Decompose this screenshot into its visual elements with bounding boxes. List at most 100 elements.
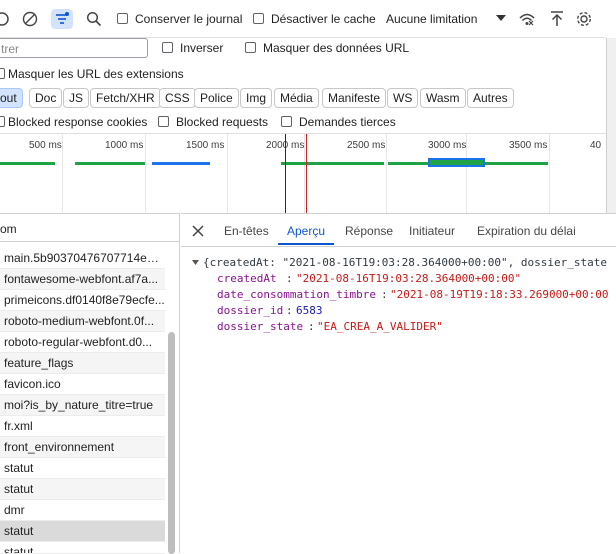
timeline-tick-label: 40 [590,140,602,151]
blocked-requests-label: Blocked requests [176,115,269,129]
chip-font[interactable]: Police [194,88,239,108]
chip-img[interactable]: Img [240,88,273,108]
request-row[interactable]: statut [0,542,165,554]
request-row[interactable]: dmr [0,500,165,521]
search-icon[interactable] [86,11,102,27]
timeline-gridline [549,134,550,214]
request-list-header[interactable]: om [0,214,180,242]
detail-tabs: En-têtes Aperçu Réponse Initiateur Expir… [181,214,616,247]
settings-gear-icon[interactable] [575,10,593,28]
name-column-header: om [0,222,17,236]
dropdown-arrow-icon[interactable] [495,13,507,23]
timeline-gridline [62,134,63,214]
disable-cache-checkbox[interactable] [253,13,264,24]
request-row[interactable]: feature_flags [0,353,165,374]
json-key: createdAt [217,272,277,285]
blocked-cookies-label: Blocked response cookies [8,115,148,129]
overview-right-gutter [606,38,616,218]
chip-all[interactable]: out [0,88,23,108]
close-icon[interactable] [191,224,205,238]
request-row[interactable]: favicon.ico [0,374,165,395]
timeline-tick-label: 1000 ms [105,140,144,151]
hide-extension-urls-label: Masquer les URL des extensions [8,67,184,81]
tab-response[interactable]: Réponse [345,224,393,238]
record-icon[interactable] [0,11,10,27]
chip-ws[interactable]: WS [387,88,419,108]
request-row[interactable]: statut [0,458,165,479]
chip-doc[interactable]: Doc [29,88,63,108]
dom-content-loaded-marker [285,134,286,214]
chip-media[interactable]: Média [274,88,319,108]
request-row[interactable]: main.5b90370476707714eef... [0,248,165,269]
request-row[interactable]: roboto-medium-webfont.0f... [0,311,165,332]
request-row-selected[interactable]: statut [0,521,165,542]
timeline-bar-green [75,162,145,165]
timeline-tick-label: 2500 ms [347,140,386,151]
timeline-overview[interactable]: 500 ms 1000 ms 1500 ms 2000 ms 2500 ms 3… [0,133,606,214]
third-party-checkbox[interactable] [281,116,292,127]
third-party-label: Demandes tierces [299,115,396,129]
timeline-bar-green [0,162,55,165]
timeline-tick-label: 1500 ms [186,140,225,151]
timeline-tick-label: 3500 ms [509,140,548,151]
request-detail-panel: En-têtes Aperçu Réponse Initiateur Expir… [181,213,616,554]
json-value-string: "2021-08-19T19:18:33.269000+00:00 [390,288,609,301]
request-row[interactable]: moi?is_by_nature_titre=true [0,395,165,416]
timeline-tick-label: 3000 ms [428,140,467,151]
json-value-string: "2021-08-16T19:03:28.364000+00:00" [296,272,522,285]
timeline-gridline [386,134,387,214]
json-key: date_consommation_timbre [217,288,376,301]
json-colon: : [308,320,315,333]
network-conditions-icon[interactable] [518,10,536,28]
filter-input[interactable]: trer [0,38,148,58]
tab-timing[interactable]: Expiration du délai [477,224,576,238]
json-key: dossier_id [217,304,284,317]
request-row[interactable]: statut [0,479,165,500]
timeline-selection-box[interactable] [428,158,485,167]
chip-css[interactable]: CSS [159,88,196,108]
filter-placeholder: trer [1,42,19,56]
timeline-bar-green [281,162,384,165]
import-icon[interactable] [549,10,565,28]
request-row[interactable]: front_environnement [0,437,165,458]
timeline-bar-blue [152,162,210,165]
json-colon: : [381,288,388,301]
request-list: om main.5b90370476707714eef... fontaweso… [0,213,180,554]
active-tab-indicator [278,243,334,245]
preserve-log-label: Conserver le journal [135,12,243,26]
clear-icon[interactable] [22,11,38,27]
request-row[interactable]: fontawesome-webfont.af7a... [0,269,165,290]
load-event-marker [306,134,307,214]
request-row[interactable]: fr.xml [0,416,165,437]
blocked-requests-checkbox[interactable] [158,116,169,127]
json-key: dossier_state [217,320,304,333]
throttling-select[interactable]: Aucune limitation [386,12,477,26]
tab-headers[interactable]: En-têtes [224,224,269,238]
hide-extension-urls-checkbox[interactable] [0,68,5,79]
hide-data-urls-checkbox[interactable] [245,42,256,53]
chip-fetch-xhr[interactable]: Fetch/XHR [90,88,161,108]
request-row[interactable]: primeicons.df0140f8e79ecfe... [0,290,165,311]
timeline-gridline [145,134,146,214]
invert-checkbox[interactable] [162,42,173,53]
hide-data-urls-label: Masquer des données URL [263,41,410,55]
timeline-gridline [227,134,228,214]
json-summary: {createdAt: "2021-08-16T19:03:28.364000+… [203,256,607,269]
preserve-log-checkbox[interactable] [117,13,128,24]
chip-js[interactable]: JS [63,88,90,108]
request-list-scrollbar[interactable] [168,332,175,554]
chip-other[interactable]: Autres [467,88,514,108]
request-row[interactable]: roboto-regular-webfont.d0... [0,332,165,353]
filter-icon[interactable] [51,9,73,29]
tab-preview[interactable]: Aperçu [287,224,325,238]
expand-triangle-icon[interactable] [191,258,200,267]
json-colon: : [286,272,293,285]
invert-label: Inverser [180,41,224,55]
chip-manifest[interactable]: Manifeste [322,88,387,108]
disable-cache-label: Désactiver le cache [271,12,376,26]
json-value-number: 6583 [296,304,323,317]
json-value-string: "EA_CREA_A_VALIDER" [317,320,443,333]
blocked-cookies-checkbox[interactable] [0,116,5,127]
tab-initiator[interactable]: Initiateur [409,224,455,238]
chip-wasm[interactable]: Wasm [420,88,466,108]
